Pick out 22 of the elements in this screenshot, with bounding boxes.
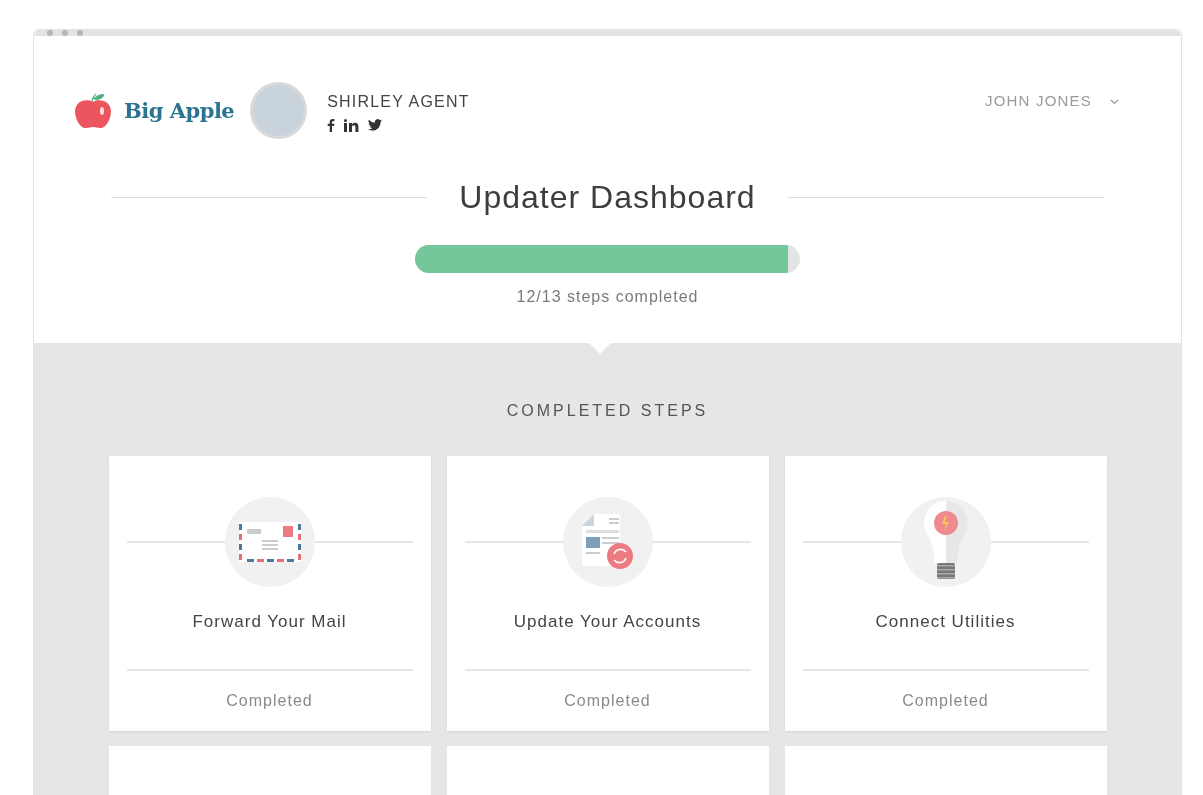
agent-name: SHIRLEY AGENT (327, 91, 470, 112)
section-title: COMPLETED STEPS (506, 401, 709, 421)
agent-avatar (250, 82, 308, 139)
step-status: Completed (564, 690, 651, 711)
envelope-icon (238, 522, 301, 562)
step-title: Forward Your Mail (192, 611, 347, 633)
progress-caption: 12/13 steps completed (516, 287, 699, 307)
linkedin-icon[interactable] (344, 118, 360, 132)
step-card[interactable]: Connect Utilities Completed (784, 456, 1107, 731)
step-title: Connect Utilities (875, 611, 1016, 633)
dashboard-title: Updater Dashboard (459, 178, 756, 217)
twitter-icon[interactable] (368, 119, 383, 131)
step-title: Update Your Accounts (513, 611, 702, 633)
brand-name: Big Apple (124, 96, 235, 125)
facebook-icon[interactable] (327, 118, 336, 132)
step-card[interactable]: Update Your Accounts Completed (446, 456, 769, 731)
step-status: Completed (226, 690, 313, 711)
step-status: Completed (902, 690, 989, 711)
document-sync-icon (581, 514, 634, 570)
chevron-down-icon (1110, 98, 1119, 105)
step-card[interactable]: Forward Your Mail Completed (108, 456, 431, 731)
apple-logo-icon (74, 92, 112, 129)
